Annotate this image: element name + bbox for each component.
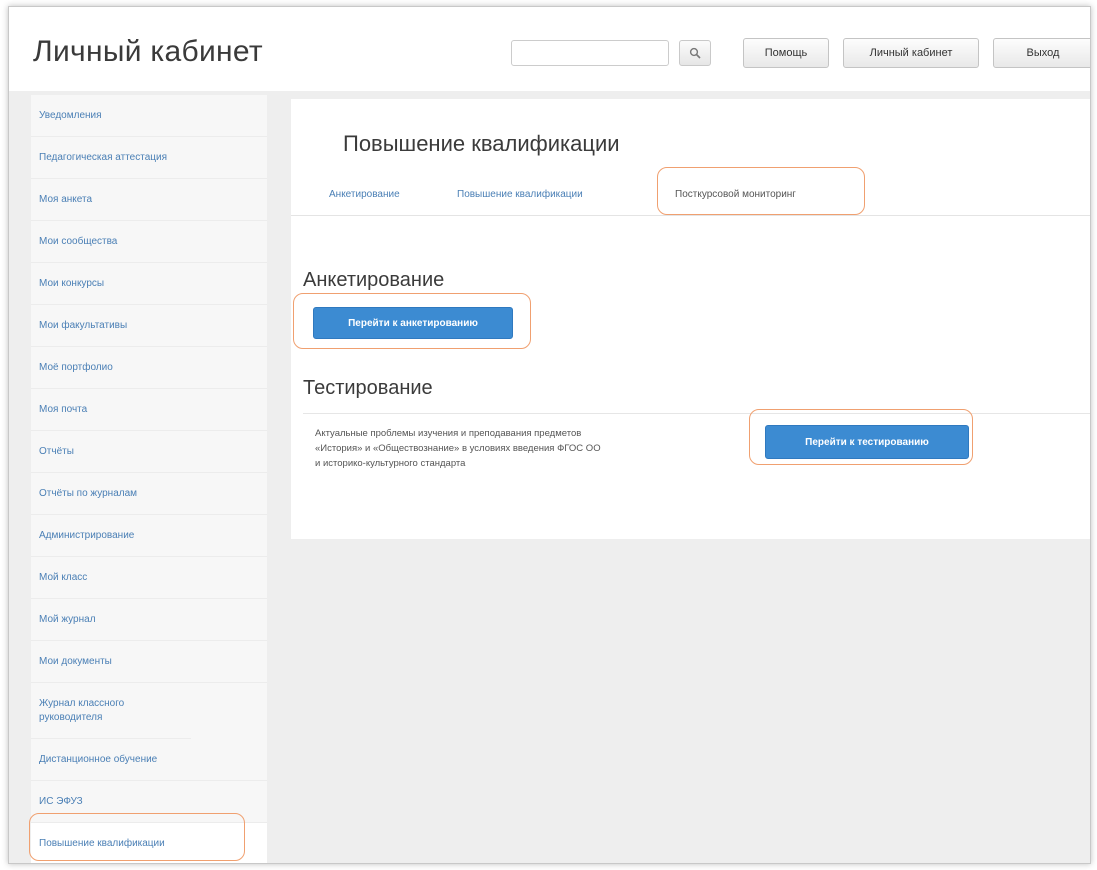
help-button[interactable]: Помощь bbox=[743, 38, 829, 68]
sidebar-item-documents[interactable]: Мои документы bbox=[31, 641, 267, 683]
survey-title: Анкетирование bbox=[303, 269, 445, 291]
sidebar-item-my-class[interactable]: Мой класс bbox=[31, 557, 267, 599]
main-panel: Повышение квалификации Анкетирование Пов… bbox=[291, 99, 1090, 539]
tab-monitoring[interactable]: Посткурсовой мониторинг bbox=[675, 189, 796, 200]
sidebar-item-qualification[interactable]: Повышение квалификации bbox=[31, 823, 267, 863]
divider bbox=[303, 413, 1090, 414]
sidebar-item-my-journal[interactable]: Мой журнал bbox=[31, 599, 267, 641]
go-to-testing-button[interactable]: Перейти к тестированию bbox=[765, 425, 969, 459]
go-to-survey-button[interactable]: Перейти к анкетированию bbox=[313, 307, 513, 339]
sidebar-item-is-efuz[interactable]: ИС ЭФУЗ bbox=[31, 781, 267, 823]
header: Личный кабинет Помощь Личный кабинет Вых… bbox=[9, 7, 1090, 91]
page-title: Повышение квалификации bbox=[343, 131, 620, 156]
search-input[interactable] bbox=[511, 40, 669, 66]
page-frame: Личный кабинет Помощь Личный кабинет Вых… bbox=[8, 6, 1091, 864]
sidebar-item-profile[interactable]: Моя анкета bbox=[31, 179, 267, 221]
sidebar-item-portfolio[interactable]: Моё портфолио bbox=[31, 347, 267, 389]
sidebar-item-contests[interactable]: Мои конкурсы bbox=[31, 263, 267, 305]
sidebar: Уведомления Педагогическая аттестация Мо… bbox=[31, 95, 267, 863]
sidebar-item-journal-reports[interactable]: Отчёты по журналам bbox=[31, 473, 267, 515]
sidebar-item-reports[interactable]: Отчёты bbox=[31, 431, 267, 473]
cabinet-button[interactable]: Личный кабинет bbox=[843, 38, 979, 68]
search-icon bbox=[689, 47, 701, 59]
sidebar-item-administration[interactable]: Администрирование bbox=[31, 515, 267, 557]
logout-button[interactable]: Выход bbox=[993, 38, 1090, 68]
sidebar-item-distance-learning[interactable]: Дистанционное обучение bbox=[31, 739, 267, 781]
sidebar-item-attestation[interactable]: Педагогическая аттестация bbox=[31, 137, 267, 179]
sidebar-item-electives[interactable]: Мои факультативы bbox=[31, 305, 267, 347]
sidebar-item-class-teacher-journal[interactable]: Журнал классного руководителя bbox=[31, 683, 191, 739]
tab-bar: Анкетирование Повышение квалификации Пос… bbox=[291, 179, 1090, 216]
tab-qualification[interactable]: Повышение квалификации bbox=[457, 189, 583, 200]
testing-description: Актуальные проблемы изучения и преподава… bbox=[315, 428, 601, 469]
sidebar-item-communities[interactable]: Мои сообщества bbox=[31, 221, 267, 263]
search-button[interactable] bbox=[679, 40, 711, 66]
testing-title: Тестирование bbox=[303, 377, 433, 399]
sidebar-item-notifications[interactable]: Уведомления bbox=[31, 95, 267, 137]
sidebar-item-mail[interactable]: Моя почта bbox=[31, 389, 267, 431]
tab-survey[interactable]: Анкетирование bbox=[329, 189, 400, 200]
app-title: Личный кабинет bbox=[33, 35, 263, 68]
